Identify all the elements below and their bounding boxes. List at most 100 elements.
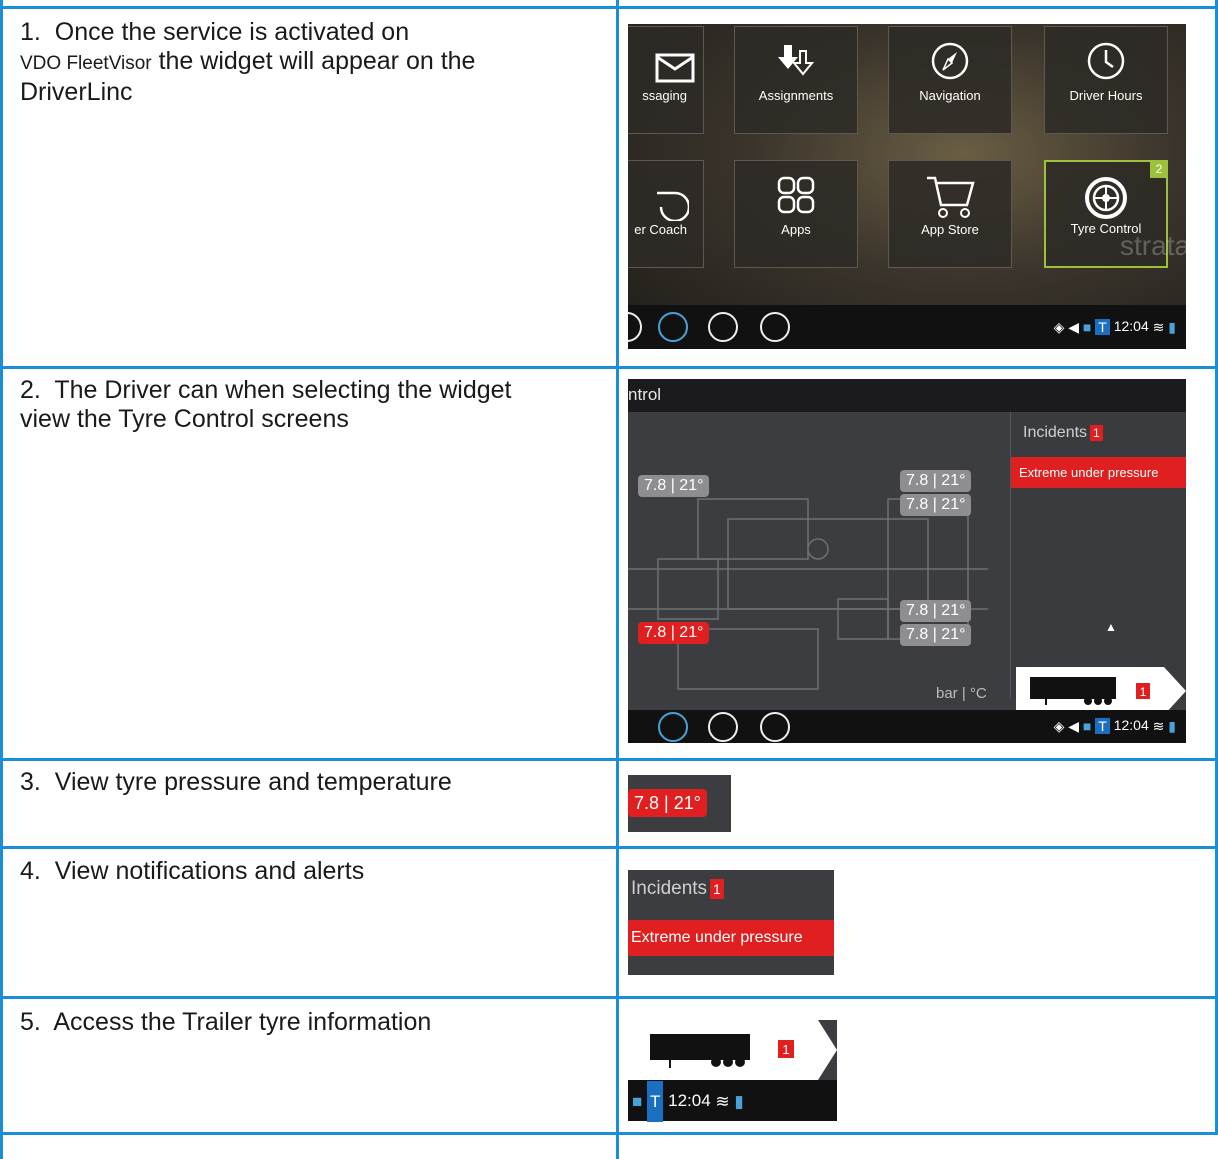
tile-driver-hours[interactable]: Driver Hours [1044, 26, 1168, 134]
tile-apps[interactable]: Apps [734, 160, 858, 268]
tile-label: Apps [781, 222, 811, 237]
trailer-crop: 1 ■ T 12:04 ≋ ▮ [628, 1020, 837, 1123]
battery-icon: ▮ [734, 1092, 744, 1112]
apps-grid-button[interactable] [708, 712, 738, 742]
incidents-count-badge: 1 [1090, 424, 1103, 441]
table-column-divider [616, 0, 619, 1159]
tile-notification-badge: 2 [1150, 160, 1168, 178]
incidents-panel: Incidents 1 Extreme under pressure ▲ [1010, 412, 1186, 699]
wifi-icon: ≋ [715, 1092, 730, 1112]
row-4-label: View notifications and alerts [54, 857, 365, 885]
units-label: bar | °C [936, 685, 987, 702]
dashboard-screenshot: ssaging Assignments Navigation Driver Ho… [628, 24, 1186, 349]
row-1-text-c: the widget will appear on the [151, 47, 476, 75]
tyre-reading-front-left: 7.8 | 21° [638, 475, 710, 497]
row-divider-2 [0, 758, 1218, 761]
tile-navigation[interactable]: Navigation [888, 26, 1012, 134]
tile-driver-coach[interactable]: er Coach [628, 160, 704, 268]
tyre-reading-crop: 7.8 | 21° [628, 775, 731, 832]
status-area: ■ T 12:04 ≋ ▮ [628, 1080, 837, 1123]
battery-icon: ▮ [1168, 717, 1176, 734]
cart-icon [927, 176, 975, 218]
tyre-status-icon: T [1095, 319, 1110, 336]
incidents-count-badge: 1 [710, 878, 724, 899]
incident-item[interactable]: Extreme under pressure [628, 920, 834, 956]
navigation-arrow-icon: ◀ [1068, 717, 1080, 734]
table-border-bottom [0, 1132, 1218, 1135]
apps-grid-button[interactable] [708, 312, 738, 342]
menu-button[interactable] [628, 312, 642, 342]
status-time: 12:04 [1113, 318, 1149, 334]
row-3-text: 3. View tyre pressure and temperature [20, 768, 452, 797]
wifi-icon: ≋ [1152, 717, 1165, 734]
trailer-badge: 1 [1140, 685, 1147, 699]
tile-label: ssaging [642, 88, 687, 103]
row-3-number: 3. [20, 768, 41, 796]
row-3-label: View tyre pressure and temperature [54, 768, 452, 796]
gps-icon: ◈ [1053, 318, 1065, 335]
volume-button[interactable] [760, 712, 790, 742]
row-4-text: 4. View notifications and alerts [20, 857, 364, 886]
tyre-header: ntrol [628, 379, 1186, 412]
row-divider-1 [0, 366, 1218, 369]
tile-messaging[interactable]: ssaging [628, 26, 704, 134]
vehicle-button[interactable] [658, 312, 688, 342]
tile-assignments[interactable]: Assignments [734, 26, 858, 134]
tile-app-store[interactable]: App Store [888, 160, 1012, 268]
row-1-text-d: DriverLinc [20, 78, 133, 106]
tile-label: App Store [921, 222, 979, 237]
incidents-title: Incidents 1 [631, 878, 724, 900]
status-area: ◈ ◀ ■ T 12:04 ≋ ▮ [1054, 717, 1176, 735]
incidents-label: Incidents [1023, 424, 1088, 441]
mouse-cursor-icon: ▲ [1105, 620, 1117, 634]
tyre-reading-rear-left-alert: 7.8 | 21° [638, 622, 710, 644]
tyre-reading-rear-right-2: 7.8 | 21° [900, 624, 972, 646]
row-1-text: 1. Once the service is activated on VDO … [20, 18, 475, 107]
table-border-left [0, 0, 3, 1159]
row-1-text-a: Once the service is activated on [54, 18, 410, 46]
table-border-top [0, 6, 1218, 9]
row-2-number: 2. [20, 376, 41, 404]
row-divider-3 [0, 846, 1218, 849]
truck-diagram [628, 498, 988, 690]
compass-icon [931, 42, 969, 80]
envelope-icon [655, 53, 695, 83]
row-5-number: 5. [20, 1008, 41, 1036]
status-area: ◈ ◀ ■ T 12:04 ≋ ▮ [1054, 318, 1176, 336]
row-1-number: 1. [20, 18, 41, 46]
truck-icon: ■ [1082, 319, 1092, 336]
tyre-reading-front-right-2: 7.8 | 21° [900, 494, 972, 516]
row-divider-4 [0, 996, 1218, 999]
status-time: 12:04 [1113, 717, 1149, 733]
tyre-reading-front-right-1: 7.8 | 21° [900, 470, 972, 492]
trailer-button[interactable]: 1 [1016, 667, 1186, 715]
incidents-label: Incidents [631, 878, 708, 899]
navigation-arrow-icon: ◀ [1068, 318, 1080, 335]
brand-watermark: strata [1120, 230, 1186, 261]
row-2-line1: The Driver can when selecting the widget [54, 376, 512, 404]
trailer-badge: 1 [782, 1042, 789, 1057]
clock-icon [1087, 42, 1125, 80]
volume-button[interactable] [760, 312, 790, 342]
tile-label: Driver Hours [1069, 88, 1143, 103]
tyre-status-icon: T [647, 1081, 664, 1123]
vehicle-button[interactable] [658, 712, 688, 742]
row-5-text: 5. Access the Trailer tyre information [20, 1008, 431, 1037]
dashboard-bottom-bar: ◈ ◀ ■ T 12:04 ≋ ▮ [628, 305, 1186, 349]
truck-icon: ■ [1082, 718, 1092, 735]
tyre-reading-rear-right-1: 7.8 | 21° [900, 600, 972, 622]
tile-label: er Coach [634, 222, 687, 237]
row-5-label: Access the Trailer tyre information [53, 1008, 432, 1036]
wifi-icon: ≋ [1152, 318, 1165, 335]
tile-label: Assignments [758, 88, 834, 103]
gps-icon: ◈ [1053, 717, 1065, 734]
incident-item[interactable]: Extreme under pressure [1011, 457, 1186, 488]
row-2-line2: view the Tyre Control screens [20, 405, 349, 433]
row-4-number: 4. [20, 857, 41, 885]
trailer-button[interactable]: 1 [628, 1020, 837, 1080]
row-1-brand: VDO FleetVisor [20, 53, 152, 74]
truck-icon: ■ [632, 1092, 643, 1112]
apps-icon [777, 176, 815, 214]
whistle-icon [657, 191, 689, 221]
tyre-header-title: ntrol [628, 385, 662, 404]
